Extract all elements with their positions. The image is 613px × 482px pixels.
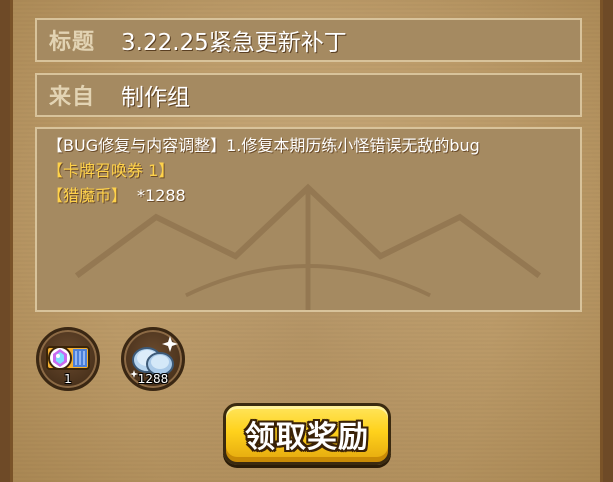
title-value: 3.22.25紧急更新补丁 (121, 30, 347, 56)
body-line-fix: 【BUG修复与内容调整】1.修复本期历练小怪错误无敌的bug (47, 136, 480, 155)
body-line-coins: 【猎魔币】 *1288 (47, 183, 570, 208)
body-line-ticket: 【卡牌召唤券 1】 (47, 161, 175, 180)
coin-reward-name: 【猎魔币】 (47, 186, 128, 205)
from-row: 来自 制作组 (35, 73, 582, 117)
claim-rewards-label: 领取奖励 (245, 420, 369, 455)
mail-body[interactable]: 【BUG修复与内容调整】1.修复本期历练小怪错误无敌的bug 【卡牌召唤券 1】… (35, 127, 582, 312)
title-row: 标题 3.22.25紧急更新补丁 (35, 18, 582, 62)
reward-count-coins: 1288 (137, 372, 169, 386)
coin-reward-amount: *1288 (137, 186, 186, 205)
from-label: 来自 (49, 85, 96, 110)
claim-rewards-button[interactable]: 领取奖励 (223, 403, 391, 465)
from-value: 制作组 (121, 85, 190, 111)
reward-slot-ticket[interactable]: 1 (36, 327, 100, 391)
reward-count-ticket: 1 (64, 372, 72, 386)
title-label: 标题 (49, 30, 96, 55)
reward-slot-coins[interactable]: 1288 (121, 327, 185, 391)
